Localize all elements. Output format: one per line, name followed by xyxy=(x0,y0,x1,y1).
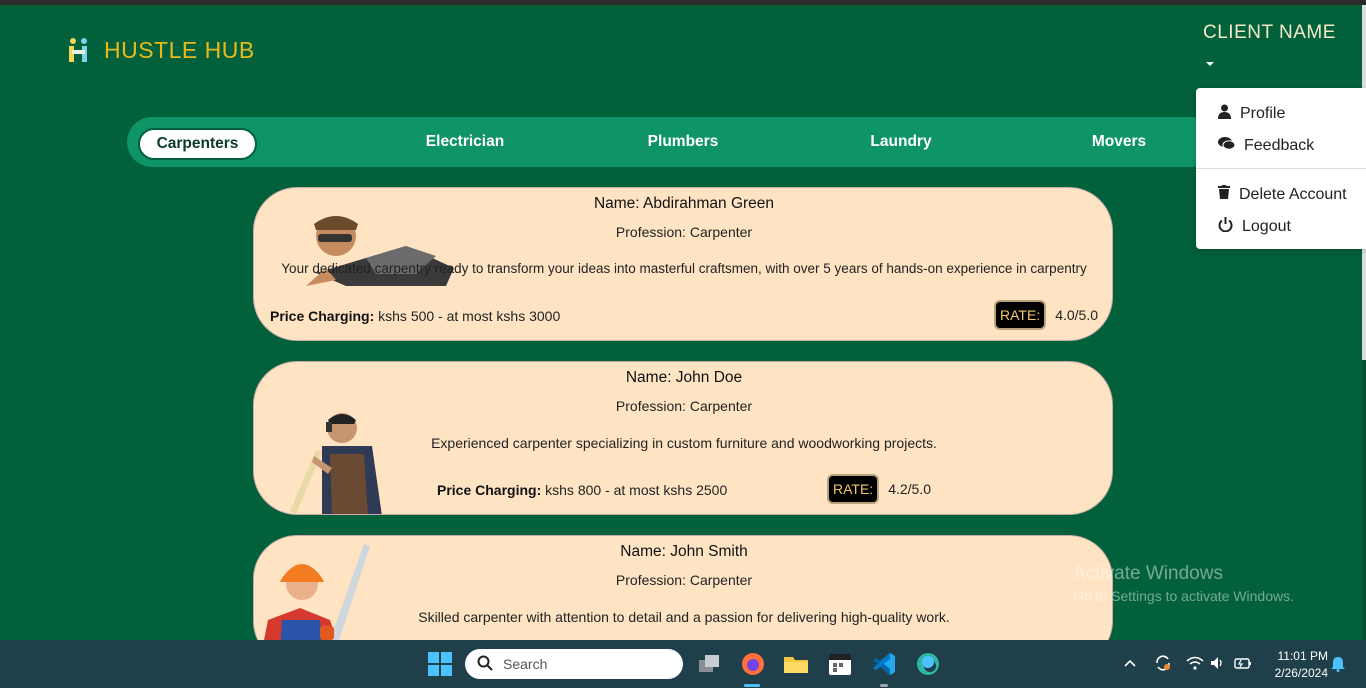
calendar-app-icon[interactable] xyxy=(827,651,853,677)
menu-item-logout[interactable]: Logout xyxy=(1218,217,1291,237)
worker-name: Name: John Doe xyxy=(625,369,743,386)
profession-tabs: Carpenters Electrician Plumbers Laundry … xyxy=(127,117,1217,167)
people-icon xyxy=(66,36,92,64)
taskbar-search[interactable]: Search xyxy=(465,649,683,679)
activate-windows-title: Activate Windows xyxy=(1073,563,1223,584)
brand[interactable]: HUSTLE HUB xyxy=(66,36,255,64)
worker-photo xyxy=(282,406,392,514)
caret-down-icon[interactable] xyxy=(1206,62,1214,66)
price-label: Price Charging: xyxy=(270,308,375,324)
worker-description: Skilled carpenter with attention to deta… xyxy=(418,609,950,625)
price-label: Price Charging: xyxy=(437,482,542,498)
price-value: kshs 500 - at most kshs 3000 xyxy=(378,308,561,324)
menu-label: Delete Account xyxy=(1239,185,1347,203)
comments-icon xyxy=(1218,136,1236,155)
task-view-icon[interactable] xyxy=(696,651,722,677)
activate-windows-subtitle: Go to Settings to activate Windows. xyxy=(1073,588,1294,604)
search-icon xyxy=(477,655,493,674)
window-top-border xyxy=(0,0,1366,5)
vscode-icon[interactable] xyxy=(871,651,897,677)
volume-icon[interactable] xyxy=(1210,655,1226,674)
menu-item-delete-account[interactable]: Delete Account xyxy=(1218,185,1347,204)
rate-value: 4.0/5.0 xyxy=(1055,307,1099,323)
active-app-indicator xyxy=(744,684,760,687)
worker-profession: Profession: Carpenter xyxy=(615,572,753,588)
notification-bell-icon[interactable] xyxy=(1331,656,1345,675)
clock-date[interactable]: 2/26/2024 xyxy=(1262,666,1328,680)
rate-badge: RATE: xyxy=(827,474,880,504)
worker-price: Price Charging: kshs 500 - at most kshs … xyxy=(270,308,560,324)
worker-description: Experienced carpenter specializing in cu… xyxy=(431,435,937,451)
open-app-indicator xyxy=(880,684,888,687)
brand-name: HUSTLE HUB xyxy=(104,36,255,63)
search-placeholder: Search xyxy=(503,656,548,672)
user-icon xyxy=(1218,104,1231,124)
file-explorer-icon[interactable] xyxy=(783,651,809,677)
sync-icon[interactable] xyxy=(1154,654,1172,675)
worker-profession: Profession: Carpenter xyxy=(615,224,753,240)
wifi-icon[interactable] xyxy=(1186,655,1204,674)
menu-item-profile[interactable]: Profile xyxy=(1218,104,1285,124)
menu-item-feedback[interactable]: Feedback xyxy=(1218,136,1314,155)
rate-badge: RATE: xyxy=(994,300,1047,330)
rate-value: 4.2/5.0 xyxy=(888,481,932,497)
client-name-menu[interactable]: CLIENT NAME xyxy=(1203,22,1336,44)
client-dropdown-menu: Profile Feedback Delete Account Logout xyxy=(1196,88,1366,249)
worker-name: Name: Abdirahman Green xyxy=(593,195,775,212)
edge-icon[interactable] xyxy=(915,651,941,677)
worker-rating: RATE: 4.2/5.0 xyxy=(827,474,931,504)
price-value: kshs 800 - at most kshs 2500 xyxy=(545,482,728,498)
firefox-icon[interactable] xyxy=(740,651,766,677)
chevron-up-icon[interactable] xyxy=(1124,657,1136,671)
tab-movers[interactable]: Movers xyxy=(1039,117,1199,167)
tab-electrician[interactable]: Electrician xyxy=(385,117,545,167)
tab-laundry[interactable]: Laundry xyxy=(821,117,981,167)
worker-card[interactable]: Name: John Doe Profession: Carpenter Exp… xyxy=(253,361,1113,515)
windows-start-icon[interactable] xyxy=(427,651,453,677)
worker-description: Your dedicated carpentry ready to transf… xyxy=(281,261,1087,276)
worker-profession: Profession: Carpenter xyxy=(615,398,753,414)
tab-carpenters[interactable]: Carpenters xyxy=(138,128,257,160)
clock-time[interactable]: 11:01 PM xyxy=(1268,649,1328,663)
menu-label: Logout xyxy=(1242,218,1291,235)
worker-card[interactable]: Name: Abdirahman Green Profession: Carpe… xyxy=(253,187,1113,341)
menu-label: Profile xyxy=(1240,105,1286,122)
power-icon xyxy=(1218,217,1233,237)
menu-label: Feedback xyxy=(1244,136,1315,154)
worker-name: Name: John Smith xyxy=(620,543,748,560)
worker-price: Price Charging: kshs 800 - at most kshs … xyxy=(437,482,727,498)
battery-icon[interactable] xyxy=(1234,655,1252,674)
trash-icon xyxy=(1218,185,1230,204)
tab-plumbers[interactable]: Plumbers xyxy=(603,117,763,167)
worker-rating: RATE: 4.0/5.0 xyxy=(994,300,1098,330)
taskbar: Search 11:01 PM 2/26/2024 xyxy=(0,640,1366,688)
menu-divider xyxy=(1196,168,1366,169)
